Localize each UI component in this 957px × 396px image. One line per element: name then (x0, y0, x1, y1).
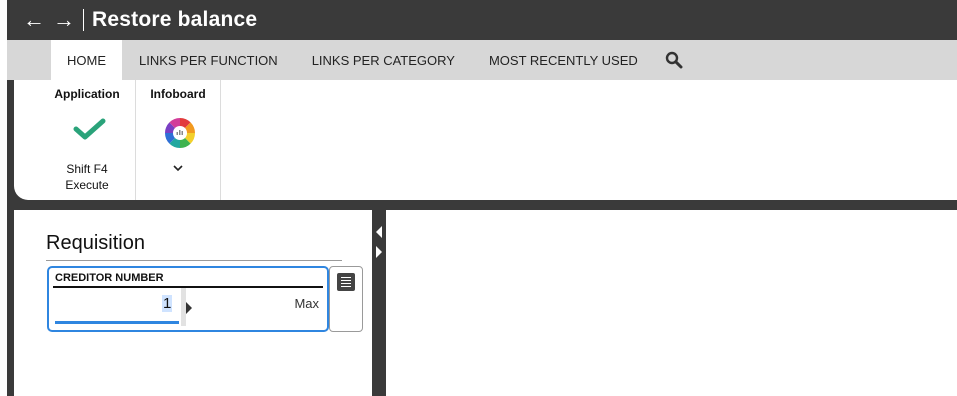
input-focus-underline (55, 321, 179, 324)
execute-shortcut: Shift F4 (66, 162, 108, 176)
tab-label: MOST RECENTLY USED (488, 52, 638, 68)
requisition-panel: Requisition CREDITOR NUMBER 1 Max (14, 210, 372, 396)
tab-label: LINKS PER FUNCTION (139, 52, 278, 68)
search-button[interactable] (655, 40, 693, 80)
panel-title: Requisition (46, 232, 145, 254)
check-icon (73, 118, 106, 140)
infoboard-wheel-icon (165, 118, 195, 148)
tab-most-recently-used[interactable]: MOST RECENTLY USED (472, 40, 655, 80)
group-title: Application (54, 87, 120, 101)
ribbon-tab-bar: HOME LINKS PER FUNCTION LINKS PER CATEGO… (7, 40, 957, 80)
back-arrow-icon[interactable]: ← (21, 0, 47, 40)
list-icon (337, 273, 355, 291)
field-options-button[interactable] (329, 266, 363, 332)
forward-arrow-icon[interactable]: → (51, 0, 77, 40)
ribbon-group-application: Application Shift F4 Execute (39, 80, 136, 200)
page-title: Restore balance (92, 8, 258, 31)
search-icon (665, 51, 683, 69)
creditor-to-input[interactable]: Max (294, 296, 319, 311)
group-title: Infoboard (150, 87, 206, 101)
panel-splitter[interactable] (372, 210, 386, 396)
results-panel (386, 210, 957, 396)
collapse-arrow-icon (376, 226, 382, 258)
tab-label: HOME (67, 52, 106, 68)
field-label-underline (53, 286, 323, 288)
creditor-number-range-field: CREDITOR NUMBER 1 Max (47, 266, 329, 332)
ribbon-panel: Application Shift F4 Execute Infoboard (14, 80, 957, 200)
creditor-from-input[interactable] (53, 292, 175, 322)
tab-home[interactable]: HOME (51, 40, 122, 80)
ribbon-group-infoboard: Infoboard (136, 80, 221, 200)
infoboard-button[interactable] (136, 110, 220, 180)
chevron-down-icon (173, 165, 183, 172)
range-arrow-icon (186, 302, 192, 314)
title-separator (83, 9, 84, 31)
tab-label: LINKS PER CATEGORY (311, 52, 455, 68)
tab-links-per-category[interactable]: LINKS PER CATEGORY (295, 40, 472, 80)
tab-links-per-function[interactable]: LINKS PER FUNCTION (122, 40, 295, 80)
execute-button[interactable]: Shift F4 Execute (39, 110, 135, 198)
execute-label: Execute (65, 178, 109, 192)
creditor-from-value: 1 (162, 295, 173, 312)
field-label: CREDITOR NUMBER (55, 272, 164, 284)
title-bar: ← → Restore balance (7, 0, 957, 40)
panel-title-divider (46, 260, 342, 261)
